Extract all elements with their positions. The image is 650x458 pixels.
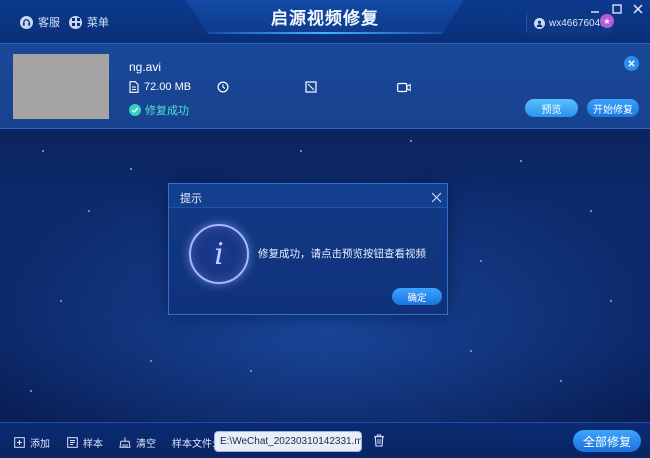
resolution-icon [304,80,318,94]
sample-file-label: 样本文件: [172,439,215,450]
sample-button[interactable]: 样本 [67,435,103,450]
check-circle-icon [129,104,141,116]
dialog-close-icon[interactable] [431,190,442,203]
ok-button[interactable]: 确定 [392,288,442,305]
menu-label: 菜单 [87,17,109,29]
username: wx46676049 [549,17,606,29]
dialog-title: 提示 [180,193,202,205]
file-icon [129,81,139,93]
clear-button[interactable]: 清空 [119,435,156,450]
preview-button[interactable]: 预览 [525,99,578,117]
customer-service-button[interactable]: 客服 [20,14,60,30]
dialog-header: 提示 [169,184,447,208]
repair-status-text: 修复成功 [145,105,189,117]
repair-status: 修复成功 [129,102,189,118]
close-icon [628,60,635,67]
info-glyph: i [214,236,224,272]
info-icon: i [189,224,249,284]
vip-badge-icon[interactable]: ★ [600,14,614,28]
repair-all-button[interactable]: 全部修复 [573,430,641,452]
add-icon [14,437,25,448]
notice-dialog: 提示 i 修复成功，请点击预览按钮查看视频 确定 [168,183,448,315]
video-camera-icon [397,80,411,94]
user-avatar-icon [534,17,545,29]
menu-button[interactable]: 菜单 [69,14,109,30]
bottom-toolbar: 添加 样本 清空 样本文件: E:\WeChat_20230310142331.… [0,422,650,458]
close-window-icon[interactable] [631,2,645,16]
sample-label: 样本 [83,439,103,450]
file-item-card: ng.avi 72.00 MB 修复成功 预览 开始修复 [0,43,650,129]
clear-label: 清空 [136,439,156,450]
broom-icon [119,437,131,448]
minimize-icon[interactable] [588,2,602,16]
video-thumbnail [13,54,109,119]
customer-service-label: 客服 [38,17,60,29]
remove-file-button[interactable] [624,56,639,71]
file-size-row: 72.00 MB [129,81,191,93]
add-button[interactable]: 添加 [14,435,50,450]
dialog-message: 修复成功，请点击预览按钮查看视频 [258,248,426,260]
user-account[interactable]: wx46676049 [526,13,612,33]
file-name: ng.avi [129,60,162,74]
title-bar: 启源视频修复 客服 菜单 wx46676049 ★ [0,0,650,44]
trash-icon[interactable] [373,434,386,448]
file-size: 72.00 MB [144,81,192,93]
add-label: 添加 [30,439,50,450]
start-repair-button[interactable]: 开始修复 [587,99,639,117]
sample-icon [67,437,78,448]
clock-icon [216,80,230,94]
sample-file-field[interactable]: E:\WeChat_20230310142331.mp4 [214,431,362,452]
grid-menu-icon [69,15,82,29]
headset-icon [20,15,33,29]
maximize-icon[interactable] [610,2,624,16]
